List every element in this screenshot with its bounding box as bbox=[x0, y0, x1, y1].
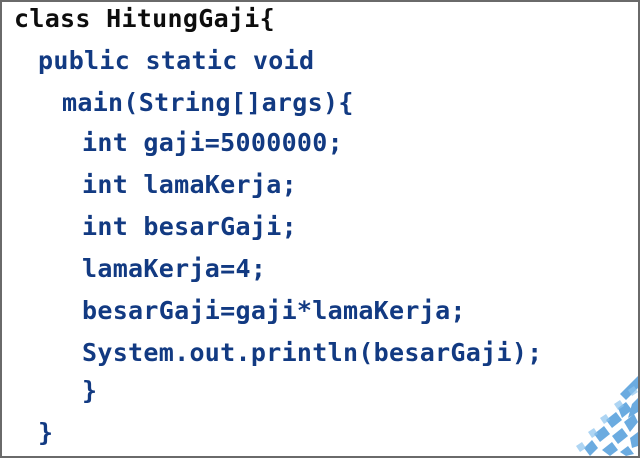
code-line-method-close-brace: } bbox=[82, 376, 98, 405]
code-line-method-modifiers: public static void bbox=[38, 46, 315, 75]
code-line-besargaji-assignment: besarGaji=gaji*lamaKerja; bbox=[82, 296, 466, 325]
code-line-besargaji-declaration: int besarGaji; bbox=[82, 212, 297, 241]
code-line-gaji-declaration: int gaji=5000000; bbox=[82, 128, 343, 157]
code-line-class-declaration: class HitungGaji{ bbox=[14, 4, 275, 33]
code-slide: class HitungGaji{ public static void mai… bbox=[0, 0, 640, 458]
code-line-main-signature: main(String[]args){ bbox=[62, 88, 354, 117]
code-line-println: System.out.println(besarGaji); bbox=[82, 338, 543, 367]
corner-decoration-graphic bbox=[576, 376, 638, 456]
code-line-lamakerja-assignment: lamaKerja=4; bbox=[82, 254, 267, 283]
code-line-class-close-brace: } bbox=[38, 418, 54, 447]
code-line-lamakerja-declaration: int lamaKerja; bbox=[82, 170, 297, 199]
